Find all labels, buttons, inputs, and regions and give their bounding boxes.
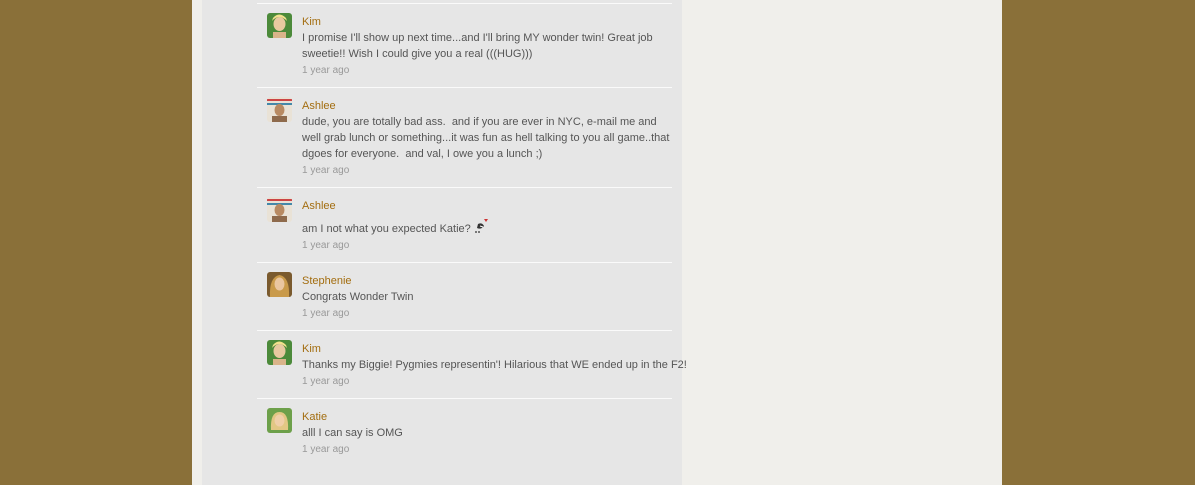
avatar-ashlee[interactable] xyxy=(267,97,292,122)
avatar-katie[interactable] xyxy=(267,408,292,433)
comment-author-link[interactable]: Ashlee xyxy=(302,198,672,214)
comment-text: alll I can say is OMG xyxy=(302,427,403,439)
comment-author-link[interactable]: Katie xyxy=(302,409,672,425)
comment-text: I promise I'll show up next time...and I… xyxy=(302,32,656,60)
comment-timestamp: 1 year ago xyxy=(302,240,350,251)
comment-text: Thanks my Biggie! Pygmies representin'! … xyxy=(302,359,687,371)
avatar-stephenie[interactable] xyxy=(267,272,292,297)
comments-column: Kim I promise I'll show up next time...a… xyxy=(202,0,687,485)
comment-text: dude, you are totally bad ass. and if yo… xyxy=(302,116,673,160)
comment-author-link[interactable]: Kim xyxy=(302,341,672,357)
comment-item: Kim Thanks my Biggie! Pygmies representi… xyxy=(257,330,687,398)
comment-author-link[interactable]: Ashlee xyxy=(302,98,672,114)
comment-list: Kim I promise I'll show up next time...a… xyxy=(257,3,687,466)
kiss-emoticon-icon xyxy=(474,218,490,234)
comment-text: am I not what you expected Katie? xyxy=(302,218,672,237)
avatar-kim[interactable] xyxy=(267,340,292,365)
comment-timestamp: 1 year ago xyxy=(302,376,350,387)
comment-author-link[interactable]: Stephenie xyxy=(302,273,672,289)
comment-timestamp: 1 year ago xyxy=(302,308,350,319)
comment-timestamp: 1 year ago xyxy=(302,165,350,176)
comment-author-link[interactable]: Kim xyxy=(302,14,672,30)
comment-item: Stephenie Congrats Wonder Twin 1 year ag… xyxy=(257,262,672,330)
comment-item: Katie alll I can say is OMG 1 year ago xyxy=(257,398,672,466)
avatar-ashlee[interactable] xyxy=(267,197,292,222)
comment-timestamp: 1 year ago xyxy=(302,444,350,455)
comment-text: Congrats Wonder Twin xyxy=(302,291,414,303)
avatar-kim[interactable] xyxy=(267,13,292,38)
comment-item: Kim I promise I'll show up next time...a… xyxy=(257,3,672,87)
comment-item: Ashlee am I not what you expected Katie?… xyxy=(257,187,672,262)
comment-text-content: am I not what you expected Katie? xyxy=(302,223,471,235)
page-container: Kim I promise I'll show up next time...a… xyxy=(192,0,1002,485)
comment-timestamp: 1 year ago xyxy=(302,65,350,76)
comment-item: Ashlee dude, you are totally bad ass. an… xyxy=(257,87,672,187)
